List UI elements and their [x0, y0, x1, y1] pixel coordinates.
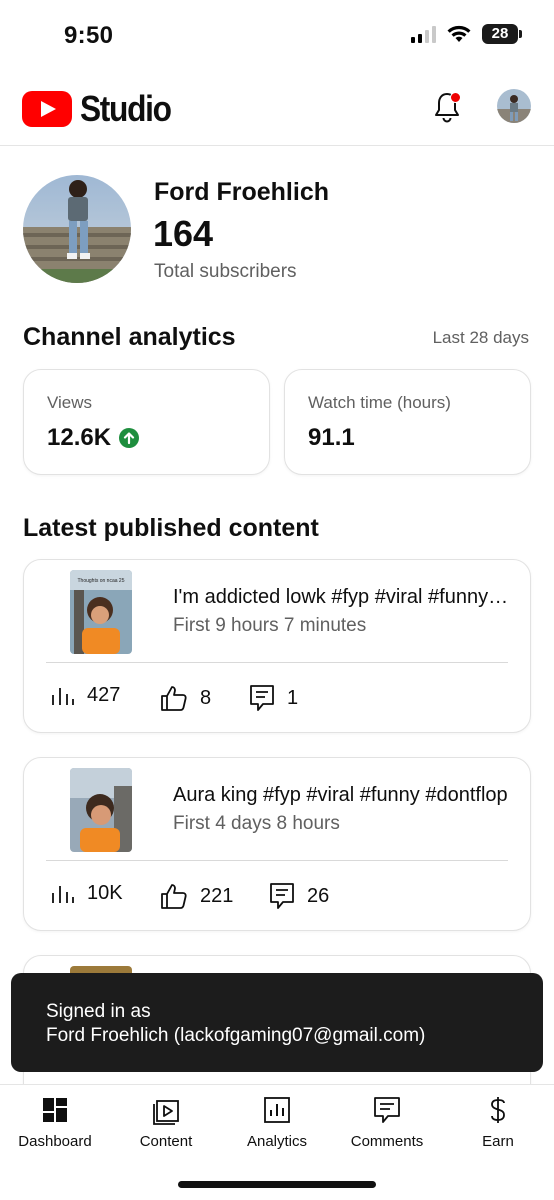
video-title: Aura king #fyp #viral #funny #dontflop [173, 784, 508, 806]
video-thumbnail[interactable]: Thoughts on ncaa 25 [70, 570, 132, 654]
notification-badge [450, 92, 461, 103]
status-icons: 28 [411, 24, 522, 44]
content-icon [153, 1100, 179, 1125]
analytics-period: Last 28 days [432, 328, 529, 347]
nav-label: Dashboard [18, 1133, 92, 1150]
youtube-studio-logo[interactable]: Studio [22, 88, 183, 130]
thumbnail-caption: Thoughts on ncaa 25 [77, 578, 125, 584]
divider [46, 662, 508, 663]
account-avatar[interactable] [497, 89, 531, 123]
channel-name: Ford Froehlich [154, 178, 329, 206]
comments-count: 26 [307, 884, 330, 907]
trend-up-icon [119, 428, 140, 448]
nav-content[interactable]: Content [111, 1095, 221, 1150]
likes-count: 221 [200, 884, 234, 907]
views-value-row: 12.6K [47, 424, 140, 452]
nav-comments[interactable]: Comments [332, 1095, 442, 1150]
nav-label: Content [139, 1133, 193, 1150]
nav-label: Earn [482, 1133, 514, 1150]
video-subtitle: First 4 days 8 hours [173, 813, 340, 834]
views-card[interactable]: Views 12.6K [23, 369, 270, 475]
views-label: Views [47, 393, 93, 412]
subscriber-label: Total subscribers [154, 261, 297, 282]
app-header: Studio [0, 74, 554, 146]
dashboard-icon [43, 1098, 67, 1122]
latest-content-title: Latest published content [23, 514, 319, 542]
divider [46, 860, 508, 861]
channel-avatar[interactable] [23, 175, 131, 283]
analytics-icon [264, 1097, 290, 1123]
comment-icon [270, 883, 294, 909]
nav-analytics[interactable]: Analytics [222, 1095, 332, 1150]
views-count: 427 [87, 684, 121, 706]
nav-label: Analytics [246, 1133, 308, 1150]
nav-label: Comments [350, 1133, 424, 1150]
thumbs-up-icon [161, 884, 187, 909]
bar-chart-icon [52, 687, 74, 705]
likes-count: 8 [200, 686, 212, 709]
views-metric: 10K [51, 882, 123, 905]
channel-analytics-title: Channel analytics [23, 323, 236, 351]
likes-metric: 8 [160, 684, 211, 712]
signed-in-toast: Signed in as Ford Froehlich (lackofgamin… [11, 973, 543, 1072]
bar-chart-icon [52, 885, 74, 903]
comments-icon [374, 1097, 400, 1123]
likes-metric: 221 [160, 882, 233, 910]
watch-time-value: 91.1 [308, 424, 355, 451]
watch-time-card[interactable]: Watch time (hours) 91.1 [284, 369, 531, 475]
video-card[interactable]: Thoughts on ncaa 25 I'm addicted lowk #f… [23, 559, 531, 733]
views-count: 10K [87, 882, 123, 904]
subscriber-count: 164 [153, 213, 214, 254]
cellular-signal-icon [411, 25, 436, 43]
youtube-logo-icon [22, 91, 72, 127]
video-card[interactable]: Aura king #fyp #viral #funny #dontflop F… [23, 757, 531, 931]
toast-line-2: Ford Froehlich (lackofgaming07@gmail.com… [46, 1025, 426, 1046]
comments-metric: 1 [249, 684, 298, 712]
nav-dashboard[interactable]: Dashboard [0, 1095, 110, 1150]
status-time: 9:50 [64, 22, 114, 49]
wifi-icon [447, 25, 471, 42]
views-value: 12.6K [47, 424, 112, 451]
battery-icon: 28 [482, 24, 522, 44]
watch-time-label: Watch time (hours) [308, 393, 451, 412]
video-thumbnail[interactable] [70, 768, 132, 852]
dollar-icon [491, 1097, 505, 1123]
video-subtitle: First 9 hours 7 minutes [173, 615, 367, 636]
views-metric: 427 [51, 684, 120, 707]
comments-count: 1 [287, 686, 299, 709]
toast-line-1: Signed in as [46, 1001, 151, 1022]
comments-metric: 26 [269, 882, 329, 910]
nav-earn[interactable]: Earn [443, 1095, 553, 1150]
status-bar: 9:50 28 [0, 0, 554, 74]
home-indicator[interactable] [178, 1181, 376, 1188]
comment-icon [250, 685, 274, 711]
thumbs-up-icon [161, 686, 187, 711]
logo-text: Studio [80, 88, 172, 129]
video-title: I'm addicted lowk #fyp #viral #funny #do… [173, 586, 513, 608]
